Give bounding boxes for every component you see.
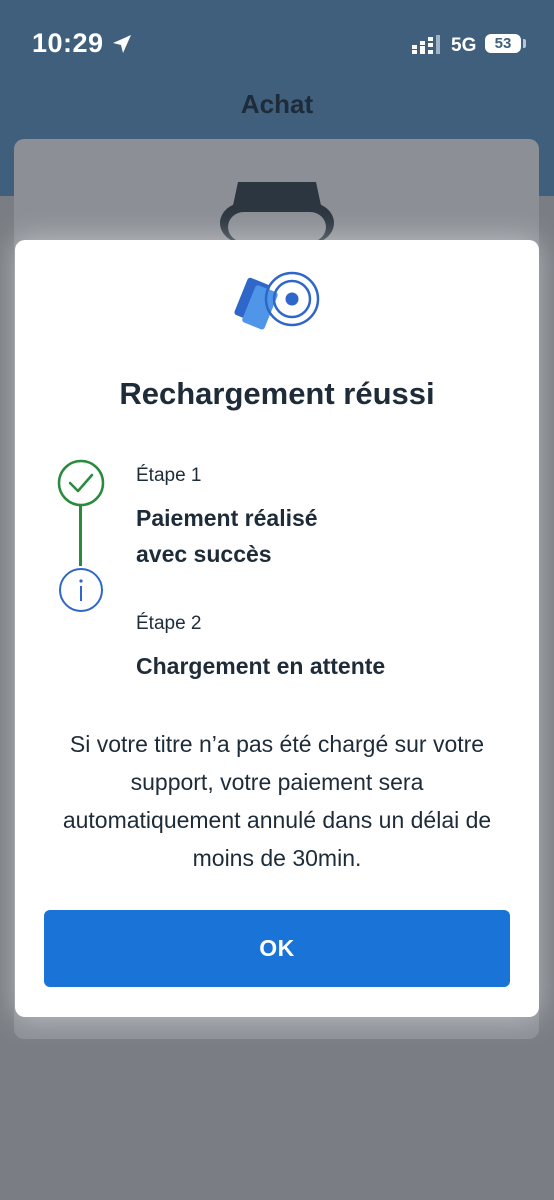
step-connector xyxy=(79,506,82,566)
ok-button[interactable]: OK xyxy=(44,910,510,987)
modal-title: Rechargement réussi xyxy=(119,376,435,411)
status-time: 10:29 xyxy=(32,28,104,58)
contactless-card-icon xyxy=(234,271,320,330)
step-1-text-line1: Paiement réalisé xyxy=(136,505,318,531)
page-title: Achat xyxy=(240,89,314,119)
smartwatch-icon xyxy=(220,182,334,242)
location-arrow-icon xyxy=(113,35,131,53)
check-circle-icon xyxy=(57,459,105,507)
step-1-text: Paiement réalisé avec succès xyxy=(136,500,436,572)
battery-cap xyxy=(523,39,526,48)
success-modal: Rechargement réussi Étape 1 Paiement réa… xyxy=(15,240,539,1017)
network-type: 5G xyxy=(451,35,477,56)
status-bar: 10:29 5G 53 xyxy=(0,0,554,88)
step-2-text: Chargement en attente xyxy=(136,653,386,679)
step-2-label: Étape 2 xyxy=(136,613,202,634)
cellular-signal-icon xyxy=(412,35,440,54)
step-1-text-line2: avec succès xyxy=(136,541,272,567)
battery-indicator: 53 xyxy=(485,34,521,53)
step-1-label: Étape 1 xyxy=(136,465,202,486)
info-circle-icon xyxy=(59,568,103,612)
cancellation-notice: Si votre titre n’a pas été chargé sur vo… xyxy=(62,731,492,871)
